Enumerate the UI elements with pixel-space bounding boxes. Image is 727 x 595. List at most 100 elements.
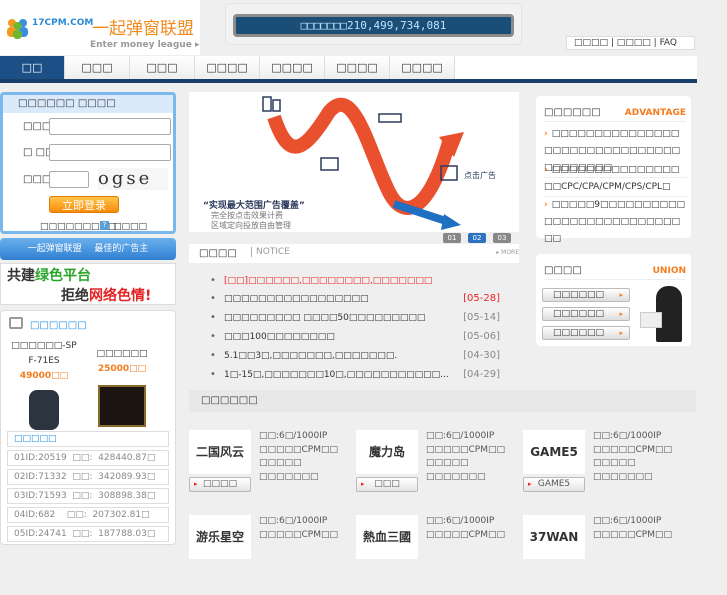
union-title: □□□□ — [544, 265, 582, 276]
password-input[interactable] — [49, 144, 171, 161]
notice-title: □□□□ — [199, 248, 237, 259]
notice-date: [05-06] — [463, 331, 500, 342]
info-line: □□□□□CPM□□ — [259, 529, 339, 540]
laptop-image — [640, 312, 662, 328]
more-link[interactable]: ▸ MORE — [496, 249, 519, 256]
info-line: □□:6□/1000IP — [259, 516, 328, 526]
captcha-input[interactable] — [49, 171, 89, 188]
notice-item[interactable]: □□□□□□□□□□□□□□□□□ [05-28] — [210, 292, 500, 306]
rank-row: 02ID:71332 □□: 342089.93□ — [7, 469, 169, 485]
nav-tab[interactable]: □□□□ — [390, 56, 455, 79]
union-header: □□□□ UNION — [544, 262, 686, 280]
top-link-2[interactable]: □□□□ — [617, 38, 651, 48]
shaver-image — [29, 390, 59, 430]
advertiser-info: □□:6□/1000IP □□□□□CPM□□ — [593, 515, 688, 542]
tv-icon — [9, 317, 23, 329]
info-line: □□:6□/1000IP — [259, 431, 328, 441]
slogan-bar[interactable]: 一起弹窗联盟 最佳的广告主 — [0, 238, 176, 260]
product-item[interactable]: □□□□□□ 25000□□ — [87, 347, 157, 427]
union-button[interactable]: □□□□□□ — [542, 326, 630, 340]
notice-text: □□□□□□□□□ □□□□50□□□□□□□□□ — [224, 313, 426, 323]
advertiser-info: □□:6□/1000IP □□□□□CPM□□ — [426, 515, 521, 542]
hero-banner[interactable]: 点击广告 “实现最大范围广告覆盖” 完全按点击效果计费 区域定向投放自由管理 — [189, 92, 519, 232]
notice-item[interactable]: □□□□□□□□□ □□□□50□□□□□□□□□ [05-14] — [210, 311, 500, 325]
advertiser-button[interactable]: □□□□ — [189, 477, 251, 492]
info-line: □□:6□/1000IP — [426, 516, 495, 526]
advantage-item: □□□□□□□□□□□□□□□□□CPC/CPA/CPM/CPS/CPL□ — [544, 162, 687, 197]
product-item[interactable]: □□□□□□-SPF-71ES 49000□□ — [9, 339, 79, 430]
help-icon: ? — [100, 221, 109, 230]
info-line: □□:6□/1000IP — [593, 431, 662, 441]
nav-tab[interactable]: □□□□ — [325, 56, 390, 79]
notice-date: [05-28] — [463, 293, 500, 304]
notice-item[interactable]: 5.1□□3□,□□□□□□□,□□□□□□□. [04-30] — [210, 349, 500, 363]
banner-page-3[interactable]: 03 — [493, 233, 511, 243]
box-image — [98, 385, 146, 427]
advantage-panel: □□□□□□ADVANTAGE □□□□□□□□□□□□□□□□□□□□□□□□… — [536, 96, 691, 249]
advertiser-logo[interactable]: 37WAN — [523, 515, 585, 559]
banner-page-1[interactable]: 01 — [443, 233, 461, 243]
advertiser-button[interactable]: GAME5 — [523, 477, 585, 492]
advertiser-card: 游乐星空 □□:6□/1000IP □□□□□CPM□□ — [189, 515, 354, 595]
notice-item[interactable]: □□□100□□□□□□□□ [05-06] — [210, 330, 500, 344]
notice-text: 1□-15□,□□□□□□□10□,□□□□□□□□□□□... — [224, 370, 449, 380]
advertiser-info: □□:6□/1000IP □□□□□CPM□□ — [259, 515, 354, 542]
login-button[interactable]: 立即登录 — [49, 196, 119, 213]
advertiser-logo[interactable]: 二国风云 — [189, 430, 251, 474]
advertiser-logo[interactable]: 魔力岛 — [356, 430, 418, 474]
info-line: □□□□□CPM□□ — [593, 529, 673, 540]
notice-item[interactable]: [□□]□□□□□□,□□□□□□□□,□□□□□□□ — [210, 274, 500, 288]
advertiser-logo[interactable]: GAME5 — [523, 430, 585, 474]
advertiser-info: □□:6□/1000IP □□□□□CPM□□ □□□□□ □□□□□□□ — [259, 430, 354, 484]
info-line: □□□□□□□ — [593, 471, 653, 482]
username-input[interactable] — [49, 118, 171, 135]
nav-tab[interactable]: □□□□ — [195, 56, 260, 79]
help-link[interactable]: □□□□ — [113, 222, 147, 232]
info-line: □□□□□□□ — [426, 471, 486, 482]
info-line: □□□□□□□ — [259, 471, 319, 482]
advertiser-logo[interactable]: 熱血三國 — [356, 515, 418, 559]
notice-item[interactable]: 1□-15□,□□□□□□□10□,□□□□□□□□□□□... [04-29] — [210, 368, 500, 382]
union-panel: □□□□ UNION □□□□□□ □□□□□□ □□□□□□ — [536, 254, 691, 346]
nav-tab[interactable]: □□□ — [65, 56, 130, 79]
notice-en: NOTICE — [251, 247, 290, 257]
banner-text: 拒绝 — [61, 288, 89, 304]
product-price: 49000□□ — [19, 371, 69, 381]
advertiser-logo[interactable]: 游乐星空 — [189, 515, 251, 559]
nav-tab[interactable]: □□□ — [130, 56, 195, 79]
main-nav: □□ □□□ □□□ □□□□ □□□□ □□□□ □□□□ — [0, 56, 697, 83]
notice-date: [04-29] — [463, 369, 500, 380]
notice-date: [05-14] — [463, 312, 500, 323]
product-name: □□□□□□-SPF-71ES — [11, 341, 77, 366]
advantage-header: □□□□□□ ADVANTAGE — [544, 104, 686, 122]
advertiser-button[interactable]: □□□ — [356, 477, 418, 492]
info-line: □□□□□ — [259, 458, 302, 468]
login-title: □□□□□□ □□□□ — [3, 95, 173, 113]
logo-subtitle[interactable]: Enter money league ▸ — [90, 40, 199, 50]
products-title: □□□□□□ — [30, 320, 87, 331]
advertiser-info: □□:6□/1000IP □□□□□CPM□□ □□□□□ □□□□□□□ — [593, 430, 688, 484]
captcha-image[interactable]: ogse — [98, 168, 168, 190]
login-panel: □□□□□□ □□□□ □□□□ □ □□ □□□□ ogse 立即登录 □□□… — [0, 92, 176, 234]
advertiser-card: 二国风云□□□□□□:6□/1000IP□□□□□CPM□□□□□□□□□□□□… — [189, 430, 354, 510]
notice-text: □□□100□□□□□□□□ — [224, 332, 335, 342]
nav-tab[interactable]: □□□□ — [260, 56, 325, 79]
green-platform-banner[interactable]: 共建绿色平台 拒绝网络色情! — [0, 263, 176, 305]
top-links: □□□□ | □□□□ | FAQ — [566, 36, 695, 50]
advertiser-card: 37WAN □□:6□/1000IP □□□□□CPM□□ — [523, 515, 688, 595]
union-button[interactable]: □□□□□□ — [542, 288, 630, 302]
banner-text: 绿色平台 — [35, 268, 91, 284]
info-line: □□□□□CPM□□ — [593, 444, 673, 455]
advertisers-header: □□□□□□ — [189, 390, 696, 412]
logo[interactable]: 17CPM.COM 一起弹窗联盟 Enter money league ▸ — [0, 0, 200, 55]
faq-link[interactable]: FAQ — [660, 38, 677, 48]
nav-tab-home[interactable]: □□ — [0, 56, 65, 79]
union-button[interactable]: □□□□□□ — [542, 307, 630, 321]
logo-title: 一起弹窗联盟 — [92, 19, 194, 39]
info-line: □□□□□ — [426, 458, 469, 468]
union-en: UNION — [652, 266, 686, 276]
product-price: 25000□□ — [97, 364, 147, 374]
banner-page-2[interactable]: 02 — [468, 233, 486, 243]
top-link-1[interactable]: □□□□ — [574, 38, 608, 48]
banner-text: 共建 — [7, 268, 35, 284]
